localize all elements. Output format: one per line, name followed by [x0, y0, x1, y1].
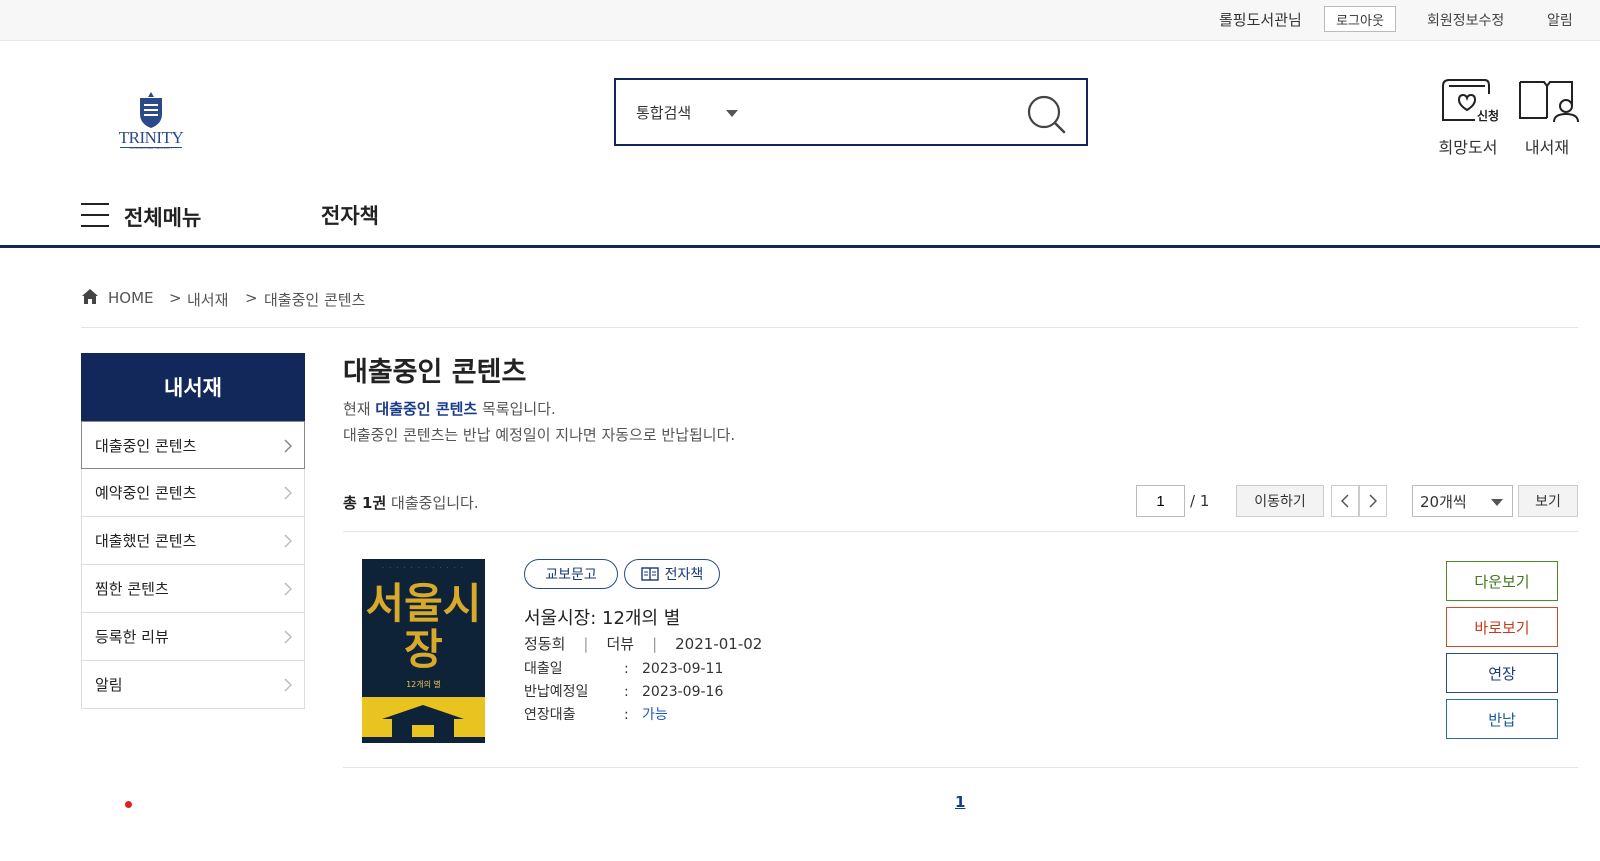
sidebar-item-label: 대출중인 콘텐츠	[95, 436, 197, 455]
chevron-right-icon	[284, 439, 292, 453]
cover-title: 서울시장	[365, 579, 482, 674]
pagination-page-1[interactable]: 1	[955, 793, 965, 811]
view-button[interactable]: 보기	[1518, 485, 1578, 517]
content-type-tag: 전자책	[624, 559, 720, 589]
breadcrumb-current: 대출중인 콘텐츠	[264, 291, 366, 309]
logo-text: TRINITY	[118, 128, 184, 147]
sidebar-item-loan-history[interactable]: 대출했던 콘텐츠	[81, 517, 305, 565]
search-scope-select[interactable]: 통합검색	[636, 102, 691, 123]
download-button[interactable]: 다운보기	[1446, 561, 1558, 601]
sidebar-item-label: 등록한 리뷰	[95, 628, 169, 646]
chevron-left-icon	[1341, 494, 1349, 508]
home-icon	[82, 289, 98, 304]
sidebar-item-favorites[interactable]: 찜한 콘텐츠	[81, 565, 305, 613]
extend-button[interactable]: 연장	[1446, 653, 1558, 693]
search-input[interactable]	[756, 98, 1006, 128]
book-pub-date: 2021-01-02	[675, 635, 763, 653]
global-nav: 전체메뉴 전자책	[0, 200, 1600, 248]
member-edit-link[interactable]: 회원정보수정	[1427, 10, 1504, 30]
list-item: · · · · · · · · · · · · 서울시장 12개의 별 교보문고…	[343, 532, 1578, 768]
sidebar: 내서재 대출중인 콘텐츠 예약중인 콘텐츠 대출했던 콘텐츠 찜한 콘텐츠 등록…	[81, 353, 305, 709]
my-shelf-label: 내서재	[1524, 138, 1570, 157]
wish-badge: 신청	[1477, 108, 1499, 123]
chevron-right-icon	[284, 582, 292, 596]
book-publisher: 더뷰	[606, 635, 635, 653]
cover-graphic	[362, 697, 485, 737]
wish-book-link[interactable]: 신청 희망도서	[1428, 76, 1508, 158]
sidebar-item-label: 대출했던 콘텐츠	[95, 532, 197, 550]
book-user-icon	[1519, 81, 1579, 123]
sidebar-title: 내서재	[81, 353, 305, 421]
sidebar-item-current-loans[interactable]: 대출중인 콘텐츠	[81, 421, 305, 469]
page-description-note: 대출중인 콘텐츠는 반납 예정일이 지나면 자동으로 반납됩니다.	[343, 426, 736, 444]
page-total: / 1	[1190, 492, 1210, 510]
sidebar-item-label: 알림	[95, 676, 123, 694]
book-title[interactable]: 서울시장: 12개의 별	[524, 604, 680, 630]
breadcrumb-home[interactable]: HOME	[108, 289, 154, 307]
breadcrumb: HOME > 내서재 > 대출중인 콘텐츠	[81, 288, 1578, 328]
go-page-button[interactable]: 이동하기	[1236, 485, 1324, 517]
cover-subtitle: 12개의 별	[406, 680, 441, 689]
breadcrumb-level1[interactable]: 내서재	[187, 289, 228, 310]
all-menu-button[interactable]: 전체메뉴	[124, 202, 201, 232]
prev-page-button[interactable]	[1331, 485, 1359, 517]
chevron-right-icon	[284, 630, 292, 644]
book-meta: 정동희 | 더뷰 | 2021-01-02	[524, 635, 763, 653]
ebook-icon	[640, 567, 659, 581]
publisher-tag: 교보문고	[524, 559, 618, 589]
sidebar-item-reviews[interactable]: 등록한 리뷰	[81, 613, 305, 661]
sidebar-item-label: 찜한 콘텐츠	[95, 580, 169, 598]
due-date-row: 반납예정일:2023-09-16	[524, 684, 724, 700]
book-author: 정동희	[524, 635, 566, 653]
chevron-right-icon	[1369, 494, 1377, 508]
search-icon[interactable]	[1026, 94, 1068, 134]
wish-book-icon: 신청	[1442, 79, 1499, 123]
top-utility-bar: 롤핑도서관님 로그아웃 회원정보수정 알림	[0, 0, 1600, 41]
chevron-right-icon	[284, 678, 292, 692]
page-description: 현재 대출중인 콘텐츠 목록입니다.	[343, 400, 556, 418]
indicator-dot	[125, 801, 132, 808]
sidebar-item-alarm[interactable]: 알림	[81, 661, 305, 709]
sidebar-item-label: 예약중인 콘텐츠	[95, 484, 197, 502]
chevron-down-icon[interactable]	[726, 110, 738, 117]
next-page-button[interactable]	[1359, 485, 1387, 517]
book-cover[interactable]: · · · · · · · · · · · · 서울시장 12개의 별	[362, 559, 485, 743]
user-name: 롤핑도서관님	[1219, 11, 1302, 29]
wish-book-label: 희망도서	[1438, 138, 1498, 157]
logout-button[interactable]: 로그아웃	[1324, 6, 1396, 32]
total-count: 총 1권 대출중입니다.	[343, 494, 479, 512]
loan-date-row: 대출일:2023-09-11	[524, 661, 724, 677]
trinity-logo[interactable]: TRINITY INTERNATIONAL UNIVERSITY	[116, 90, 186, 150]
chevron-right-icon	[284, 534, 292, 548]
search-box: 통합검색	[614, 78, 1088, 146]
per-page-select[interactable]: 20개씩	[1412, 485, 1513, 517]
breadcrumb-separator: >	[169, 289, 182, 307]
hamburger-menu-icon[interactable]	[81, 203, 109, 227]
list-toolbar: 총 1권 대출중입니다. / 1 이동하기 20개씩 보기	[343, 482, 1578, 532]
read-now-button[interactable]: 바로보기	[1446, 607, 1558, 647]
chevron-down-icon	[1491, 499, 1503, 506]
return-button[interactable]: 반납	[1446, 699, 1558, 739]
my-shelf-link[interactable]: 내서재	[1507, 76, 1587, 158]
page-number-input[interactable]	[1136, 485, 1185, 517]
logo-subtext: INTERNATIONAL UNIVERSITY	[129, 146, 173, 150]
gnb-item-ebook[interactable]: 전자책	[321, 200, 379, 230]
breadcrumb-separator: >	[245, 289, 258, 307]
extension-row: 연장대출: 가능	[524, 707, 668, 723]
page-title: 대출중인 콘텐츠	[343, 357, 527, 388]
alarm-link[interactable]: 알림	[1547, 10, 1573, 30]
chevron-right-icon	[284, 486, 292, 500]
sidebar-item-reservations[interactable]: 예약중인 콘텐츠	[81, 469, 305, 517]
